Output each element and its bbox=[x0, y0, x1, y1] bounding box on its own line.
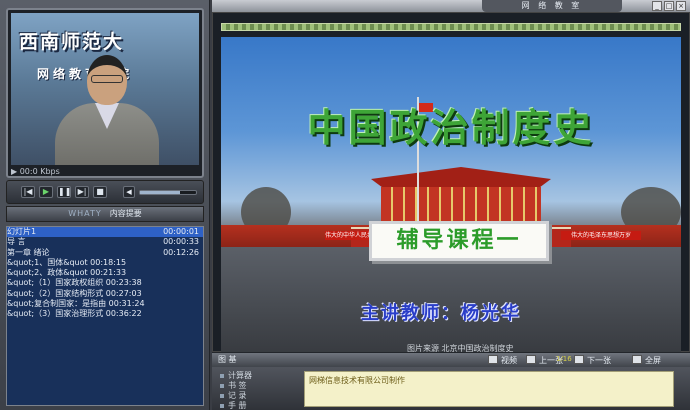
side-menu-item[interactable]: 记 录 bbox=[218, 391, 298, 401]
fullscreen-button-label: 全屏 bbox=[645, 356, 661, 365]
volume-slider[interactable] bbox=[139, 190, 197, 195]
side-menu-item[interactable]: 手 册 bbox=[218, 401, 298, 410]
toc-item-label: &quot;1、国体&quot 00:18:15 bbox=[7, 257, 127, 267]
player-controls: |◀ ▶ ❚❚ ▶| ■ ◀ bbox=[6, 180, 204, 204]
bottom-panel: 图 基 视频 上一张 1/16 下一张 全屏 计算器 书 签 记 录 手 册 网… bbox=[212, 352, 690, 410]
video-bitrate: 00:0 Kbps bbox=[19, 167, 60, 176]
toc-item-label: 幻灯片1 bbox=[7, 227, 37, 236]
toc-item-label: &quot;（2）国家结构形式 00:27:03 bbox=[7, 288, 142, 298]
slide-subtitle: 辅导课程一 bbox=[369, 221, 549, 261]
window-title: 网 络 教 室 bbox=[482, 0, 622, 12]
next-slide-button[interactable]: 下一张 bbox=[574, 355, 611, 366]
slide-panel: 伟大的中华人民共和国万岁 伟大的毛泽东思想万岁 中国政治制度史 辅导课程一 主讲… bbox=[212, 12, 690, 353]
toc-item[interactable]: &quot;（1）国家政权组织 00:23:38 bbox=[7, 278, 203, 288]
toc-item-label: 第一章 绪论 bbox=[7, 247, 50, 257]
volume-fill bbox=[140, 191, 180, 194]
left-panel: 西南师范大 网络教育学院 ▶ 00:0 Kbps |◀ ▶ ❚❚ ▶| ■ ◀ … bbox=[0, 0, 210, 410]
next-icon bbox=[574, 355, 584, 364]
pause-button[interactable]: ❚❚ bbox=[57, 186, 71, 198]
slide-teacher: 主讲教师：杨光华 bbox=[361, 303, 521, 324]
toc-item-label: &quot;2、政体&quot 00:21:33 bbox=[7, 268, 127, 278]
prev-icon bbox=[526, 355, 536, 364]
toc-item-time: 00:00:01 bbox=[163, 227, 199, 236]
toc-item-label: &quot;（1）国家政权组织 00:23:38 bbox=[7, 278, 142, 288]
toc-item[interactable]: &quot;复合制国家：是指由 00:31:24 bbox=[7, 299, 203, 309]
toc-item[interactable]: 幻灯片1 00:00:01 bbox=[7, 227, 203, 238]
rewind-button[interactable]: |◀ bbox=[21, 186, 35, 198]
video-logo-line1: 西南师范大 bbox=[19, 31, 125, 53]
bottom-toolbar: 图 基 视频 上一张 1/16 下一张 全屏 bbox=[212, 353, 690, 367]
fast-forward-button[interactable]: ▶| bbox=[75, 186, 89, 198]
side-menu-item[interactable]: 计算器 bbox=[218, 371, 298, 381]
toc-item-time: 00:12:26 bbox=[163, 247, 199, 257]
slide-title: 中国政治制度史 bbox=[307, 106, 595, 150]
video-icon bbox=[488, 355, 498, 364]
section-label: 图 基 bbox=[218, 355, 237, 364]
banner-right: 伟大的毛泽东思想万岁 bbox=[561, 231, 641, 240]
close-button[interactable]: × bbox=[676, 1, 686, 11]
toc-list[interactable]: 幻灯片1 00:00:01 导 言 00:00:33 第一章 绪论 00:12:26 &qu… bbox=[6, 226, 204, 406]
fullscreen-button[interactable]: 全屏 bbox=[632, 355, 661, 366]
toc-item-label: 导 言 bbox=[7, 237, 26, 247]
play-indicator-icon: ▶ bbox=[11, 167, 20, 176]
gate-roof bbox=[371, 167, 551, 187]
toc-header-brand: WHATY bbox=[68, 209, 102, 218]
video-frame: 西南师范大 网络教育学院 ▶ 00:0 Kbps bbox=[6, 8, 204, 178]
toc-header: WHATY 内容提要 bbox=[6, 206, 204, 222]
video-button[interactable]: 视频 bbox=[488, 355, 517, 366]
volume-icon[interactable]: ◀ bbox=[123, 186, 135, 198]
page-indicator: 1/16 bbox=[556, 355, 572, 363]
toc-item[interactable]: &quot;（3）国家治理形式 00:36:22 bbox=[7, 309, 203, 319]
title-bar: 网 络 教 室 _ □ × bbox=[212, 0, 690, 12]
minimize-button[interactable]: _ bbox=[652, 1, 662, 11]
side-menu: 计算器 书 签 记 录 手 册 bbox=[218, 371, 298, 410]
lecturer-glasses bbox=[91, 75, 123, 83]
toc-item[interactable]: 第一章 绪论 00:12:26 bbox=[7, 248, 203, 258]
toc-header-title: 内容提要 bbox=[109, 209, 142, 218]
maximize-button[interactable]: □ bbox=[664, 1, 674, 11]
toc-item-label: &quot;（3）国家治理形式 00:36:22 bbox=[7, 309, 142, 319]
toc-item-label: &quot;复合制国家：是指由 00:31:24 bbox=[7, 299, 145, 309]
video-button-label: 视频 bbox=[501, 356, 517, 365]
message-box: 网梯信息技术有限公司制作 bbox=[304, 371, 674, 407]
video-player[interactable]: 西南师范大 网络教育学院 bbox=[11, 13, 199, 165]
play-button[interactable]: ▶ bbox=[39, 186, 53, 198]
toc-item-time: 00:00:33 bbox=[163, 237, 199, 247]
slide-canvas: 伟大的中华人民共和国万岁 伟大的毛泽东思想万岁 中国政治制度史 辅导课程一 主讲… bbox=[221, 37, 681, 353]
toc-item[interactable]: &quot;（2）国家结构形式 00:27:03 bbox=[7, 289, 203, 299]
video-status: ▶ 00:0 Kbps bbox=[11, 167, 199, 176]
stop-button[interactable]: ■ bbox=[93, 186, 107, 198]
fullscreen-icon bbox=[632, 355, 642, 364]
toc-item[interactable]: &quot;2、政体&quot 00:21:33 bbox=[7, 268, 203, 278]
side-menu-item[interactable]: 书 签 bbox=[218, 381, 298, 391]
next-button-label: 下一张 bbox=[587, 356, 611, 365]
toc-item[interactable]: &quot;1、国体&quot 00:18:15 bbox=[7, 258, 203, 268]
toc-item[interactable]: 导 言 00:00:33 bbox=[7, 237, 203, 247]
decorative-border bbox=[221, 23, 681, 31]
